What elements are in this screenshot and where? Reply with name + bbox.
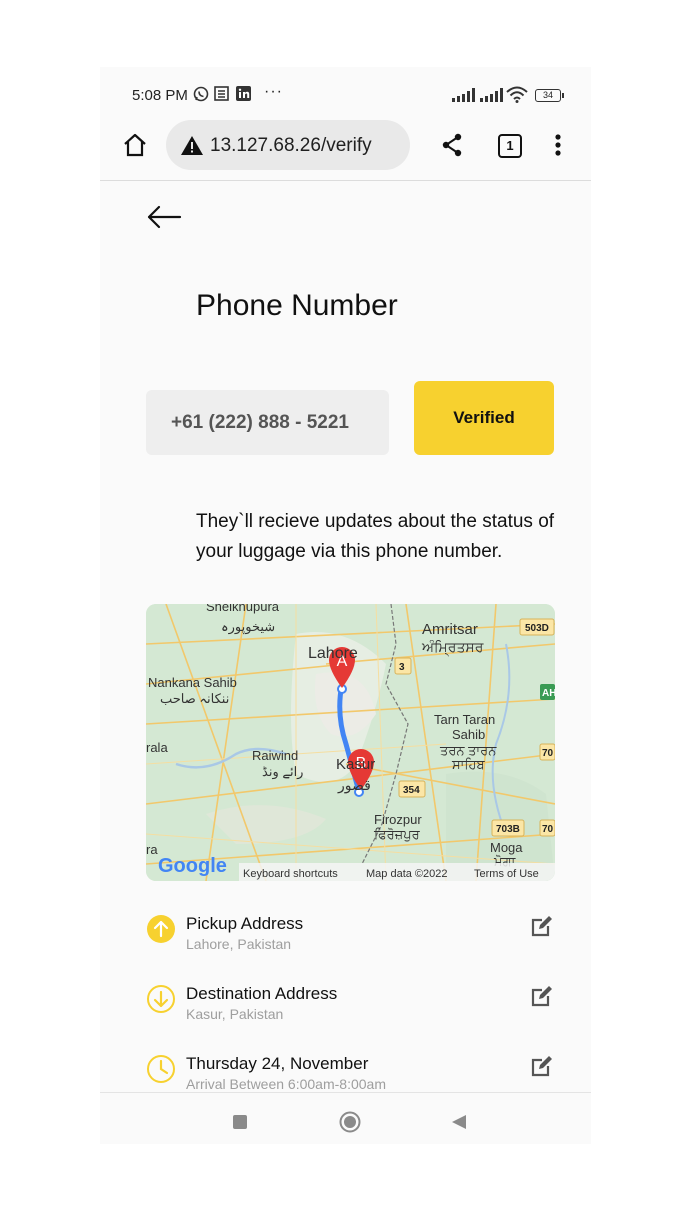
map-label: rala [146,740,168,755]
tab-switcher-button[interactable]: 1 [498,134,522,158]
phone-number-input[interactable] [146,390,389,455]
edit-icon[interactable] [530,984,554,1013]
road-shield: 3 [399,662,405,673]
map-label: Tarn Taran [434,712,495,727]
whatsapp-icon [193,86,209,102]
arrival-window-value: Arrival Between 6:00am-8:00am [186,1076,386,1092]
more-options-icon[interactable] [555,134,561,161]
system-nav-bar [100,1092,591,1144]
road-shield: 70 [542,748,554,759]
terms-of-use-link[interactable]: Terms of Use [474,868,539,880]
clock-icon [146,1054,176,1089]
map-label: Sahib [452,727,485,742]
status-bar: 5:08 PM ··· 34 [100,67,591,115]
map-label: رائے ونڈ [262,764,303,780]
road-shield: AH [542,688,555,699]
destination-address-value: Kasur, Pakistan [186,1006,284,1022]
page-title: Phone Number [196,289,398,322]
map-label: Raiwind [252,748,298,763]
back-arrow-icon[interactable] [146,205,182,234]
pickup-address-value: Lahore, Pakistan [186,936,292,952]
destination-address-label: Destination Address [186,984,338,1003]
status-time: 5:08 PM [132,87,188,104]
map-label: Kasur [336,756,375,773]
phone-screen: 5:08 PM ··· 34 13.127.68.26/verify 1 Pho… [100,67,591,1144]
destination-address-row[interactable]: Destination Address Kasur, Pakistan [146,984,555,1044]
recents-square-icon[interactable] [233,1115,247,1129]
map-label: قصور [337,777,371,794]
map-label: ਅੰਮ੍ਰਿਤਸਰ [421,639,484,657]
warning-icon[interactable] [180,135,204,161]
wifi-icon [506,86,528,103]
route-map[interactable]: A B Sheikhupura شیخوپورہ Lahore Amritsar… [146,604,555,881]
arrow-up-circle-icon [146,914,176,949]
edit-icon[interactable] [530,914,554,943]
map-label: شیخوپورہ [221,619,275,635]
verified-button[interactable]: Verified [414,381,554,455]
back-triangle-icon[interactable] [451,1114,467,1135]
url-text[interactable]: 13.127.68.26/verify [210,135,372,157]
signal-icon-2 [480,88,503,104]
share-icon[interactable] [441,133,463,162]
road-shield: 503D [525,623,549,634]
news-icon [214,86,229,102]
home-circle-icon[interactable] [339,1111,361,1138]
map-label: Firozpur [374,812,422,827]
arrival-date-label: Thursday 24, November [186,1054,369,1073]
map-label: Moga [490,840,523,855]
road-shield: 354 [403,785,420,796]
status-more: ··· [264,83,283,100]
home-icon[interactable] [122,132,148,163]
linkedin-icon [236,86,251,102]
map-label: Nankana Sahib [148,675,237,690]
map-label: ਸਾਹਿਬ [451,757,486,772]
map-label: Amritsar [422,621,478,638]
battery-indicator: 34 [535,89,564,102]
map-label: ra [146,842,158,857]
keyboard-shortcuts-link[interactable]: Keyboard shortcuts [243,868,338,880]
map-label: Lahore [308,645,358,662]
google-logo: Google [158,855,227,877]
browser-toolbar: 13.127.68.26/verify 1 [100,115,591,181]
description-text: They`ll recieve updates about the status… [196,511,555,562]
pickup-address-label: Pickup Address [186,914,304,933]
map-label: ਤਰਨ ਤਾਰਨ [439,743,497,758]
edit-icon[interactable] [530,1054,554,1083]
road-shield: 703B [496,824,520,835]
map-label: ننکانہ صاحب [160,691,229,706]
map-label: Sheikhupura [206,604,280,614]
map-data-text: Map data ©2022 [366,868,448,880]
address-bar[interactable]: 13.127.68.26/verify [166,120,410,170]
road-shield: 70 [542,824,554,835]
arrow-down-circle-icon [146,984,176,1019]
pickup-address-row[interactable]: Pickup Address Lahore, Pakistan [146,914,555,974]
map-label: ਫਿਰੋਜ਼ਪੁਰ [373,827,421,842]
signal-icon [452,88,475,104]
